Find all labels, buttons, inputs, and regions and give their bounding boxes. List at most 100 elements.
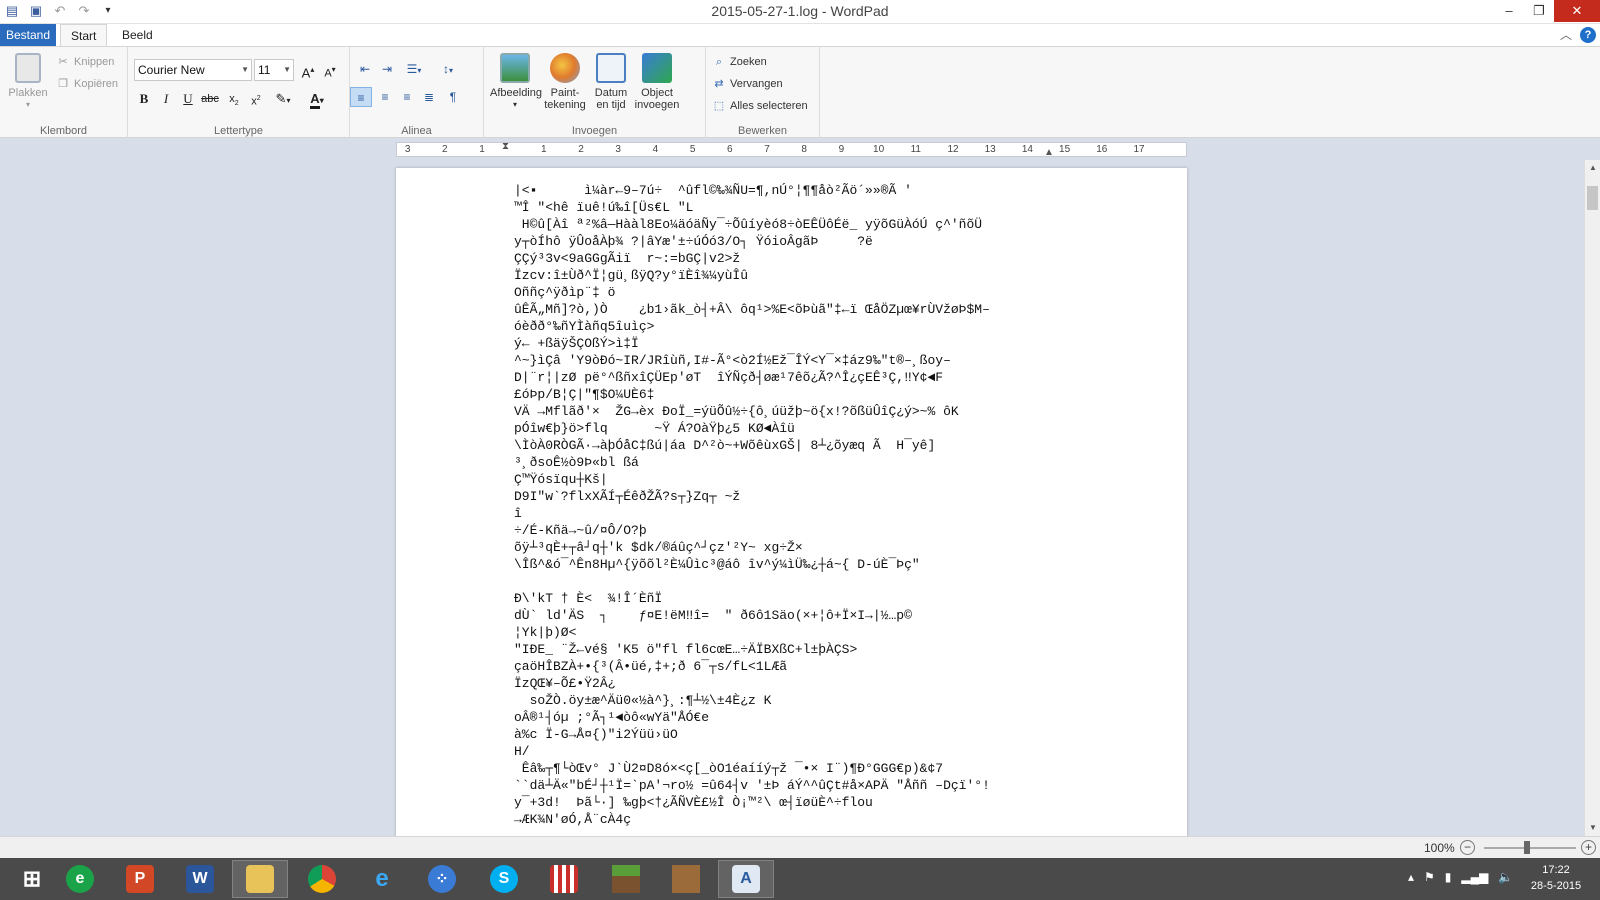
datetime-label-2: en tijd: [596, 99, 626, 111]
datetime-button[interactable]: Datum en tijd: [588, 53, 634, 111]
decrease-indent-button[interactable]: ⇤: [354, 59, 376, 79]
paragraph-group: ⇤ ⇥ ☰▾ ↕▾ ≡ ≡ ≡ ≣ ¶ Alinea: [350, 47, 484, 139]
taskbar-app[interactable]: [598, 860, 654, 898]
volume-icon[interactable]: 🔈: [1498, 870, 1513, 884]
left-indent-marker[interactable]: ⧗: [502, 141, 509, 152]
font-family-value: Courier New: [138, 63, 205, 77]
zoom-out-button[interactable]: −: [1460, 840, 1475, 855]
system-tray: ▴ ⚑ ▮ ▂▄▆ 🔈: [1408, 870, 1513, 884]
collapse-ribbon-icon[interactable]: ︿: [1560, 26, 1572, 43]
shrink-font-button[interactable]: A▾: [320, 60, 340, 80]
picture-button[interactable]: Afbeelding ▾: [490, 53, 542, 111]
font-family-combo[interactable]: Courier New ▼: [134, 59, 252, 81]
subscript-button[interactable]: x2: [224, 89, 244, 109]
ruler-mark: 17: [1133, 144, 1145, 155]
text-color-button[interactable]: A▾: [304, 89, 330, 109]
clipboard-group-label: Klembord: [39, 125, 88, 137]
chevron-down-icon: ▼: [283, 65, 291, 74]
taskbar-app[interactable]: S: [476, 860, 532, 898]
editing-group-label: Bewerken: [738, 125, 787, 137]
find-button[interactable]: ⌕ Zoeken: [712, 53, 767, 71]
taskbar-app[interactable]: e: [354, 860, 410, 898]
right-indent-marker[interactable]: ▲: [1044, 147, 1054, 158]
ruler-mark: 13: [984, 144, 996, 155]
scroll-up-icon[interactable]: ▲: [1585, 160, 1600, 176]
grow-font-button[interactable]: A▴: [298, 60, 318, 80]
select-all-icon: ⬚: [713, 100, 725, 112]
scroll-down-icon[interactable]: ▼: [1585, 820, 1600, 836]
superscript-button[interactable]: x2: [246, 89, 266, 109]
underline-button[interactable]: U: [178, 89, 198, 109]
taskbar-app[interactable]: W: [172, 860, 228, 898]
taskbar-app[interactable]: [294, 860, 350, 898]
replace-button[interactable]: ⇄ Vervangen: [712, 75, 782, 93]
skype-icon: S: [490, 865, 518, 893]
font-color-icon: A: [310, 91, 320, 109]
paint-label-2: tekening: [544, 99, 586, 111]
show-hidden-icons-icon[interactable]: ▴: [1408, 870, 1414, 884]
battery-icon[interactable]: ▮: [1445, 870, 1452, 884]
zoom-slider-thumb[interactable]: [1524, 841, 1530, 854]
italic-button[interactable]: I: [156, 89, 176, 109]
ruler-mark: 5: [689, 144, 696, 155]
window-controls: – ❐ ✕: [1494, 0, 1600, 24]
bold-button[interactable]: B: [134, 89, 154, 109]
cut-button[interactable]: ✂ Knippen: [56, 53, 114, 71]
tab-start[interactable]: Start: [60, 24, 108, 47]
paragraph-settings-button[interactable]: ¶: [442, 87, 464, 107]
taskbar-app[interactable]: A: [718, 860, 774, 898]
ruler-mark: 6: [727, 144, 733, 155]
help-icon[interactable]: ?: [1580, 27, 1596, 43]
tab-view[interactable]: Beeld: [112, 24, 163, 46]
align-center-button[interactable]: ≡: [374, 87, 396, 107]
vertical-scrollbar[interactable]: ▲ ▼: [1584, 160, 1600, 836]
ruler[interactable]: 3 2 1 1 2 3 4 5 6 7 8 9 10 11 12 13 14 15 16 17 ⧗ ▲: [396, 141, 1187, 158]
font-size-combo[interactable]: 11 ▼: [254, 59, 294, 81]
start-icon: ⊞: [22, 866, 42, 891]
minimize-button[interactable]: –: [1494, 0, 1524, 22]
increase-indent-button[interactable]: ⇥: [376, 59, 398, 79]
align-left-button[interactable]: ≡: [350, 87, 372, 107]
ruler-area: 3 2 1 1 2 3 4 5 6 7 8 9 10 11 12 13 14 15 16 17 ⧗ ▲: [0, 138, 1584, 160]
paste-button[interactable]: Plakken ▾: [6, 53, 50, 111]
taskbar-app[interactable]: ⁘: [414, 860, 470, 898]
chevron-down-icon: ▼: [241, 65, 249, 74]
justify-button[interactable]: ≣: [418, 87, 440, 107]
zoom-slider-track[interactable]: [1484, 847, 1576, 849]
insert-object-button[interactable]: Object invoegen: [632, 53, 682, 111]
scroll-thumb[interactable]: [1587, 186, 1598, 210]
taskbar-app[interactable]: P: [112, 860, 168, 898]
document-page[interactable]: |<▪ ì¼àr←9–7ú÷ ^ûfl©‰¾ÑU=¶,nÚ°¦¶¶åò²Ãö´»…: [396, 168, 1187, 836]
ruler-mark: 10: [873, 144, 885, 155]
zoom-in-button[interactable]: +: [1581, 840, 1596, 855]
select-all-button[interactable]: ⬚ Alles selecteren: [712, 97, 808, 115]
network-icon[interactable]: ▂▄▆: [1461, 870, 1488, 884]
document-text[interactable]: |<▪ ì¼àr←9–7ú÷ ^ûfl©‰¾ÑU=¶,nÚ°¦¶¶åò²Ãö´»…: [514, 182, 1174, 828]
align-right-button[interactable]: ≡: [396, 87, 418, 107]
document-line: D|¨r¦|zØ pë°^ßñxîÇÜEp'øT îÝÑçð┤øæ¹7êõ¿Ã?…: [514, 370, 944, 385]
copy-button[interactable]: ❐ Kopiëren: [56, 75, 118, 93]
highlight-color-button[interactable]: ✎▾: [270, 89, 296, 109]
taskbar-app[interactable]: e: [52, 860, 108, 898]
paint-drawing-button[interactable]: Paint- tekening: [540, 53, 590, 111]
ribbon: Plakken ▾ ✂ Knippen ❐ Kopiëren Klembord …: [0, 46, 1600, 139]
taskbar-app[interactable]: [536, 860, 592, 898]
internet-explorer-icon: e: [375, 865, 389, 892]
flag-icon[interactable]: ⚑: [1424, 870, 1435, 884]
close-button[interactable]: ✕: [1554, 0, 1600, 22]
strikethrough-button[interactable]: abc: [200, 89, 220, 109]
document-line: à%c Ï-G→Å¤{)"i2Ýüü›üO: [514, 727, 678, 742]
restore-button[interactable]: ❐: [1524, 0, 1554, 22]
clock[interactable]: 17:22 28-5-2015: [1524, 862, 1588, 894]
line-spacing-button[interactable]: ↕▾: [434, 59, 462, 79]
status-bar: 100% − +: [0, 836, 1600, 858]
bullets-button[interactable]: ☰▾: [400, 59, 428, 79]
taskbar-app[interactable]: [232, 860, 288, 898]
document-line: |<▪ ì¼àr←9–7ú÷ ^ûfl©‰¾ÑU=¶,nÚ°¦¶¶åò²Ãö´»…: [514, 183, 912, 198]
document-line: D9I"w`?flxXÃÍ┬ÉêðŽÃ?s┬}Zq┬ ~ž: [514, 489, 741, 504]
paste-dropdown-icon[interactable]: ▾: [6, 99, 50, 111]
tab-file[interactable]: Bestand: [0, 24, 56, 46]
ruler-mark: 2: [578, 144, 584, 155]
taskbar-app[interactable]: [658, 860, 714, 898]
calendar-clock-icon: [596, 53, 626, 83]
